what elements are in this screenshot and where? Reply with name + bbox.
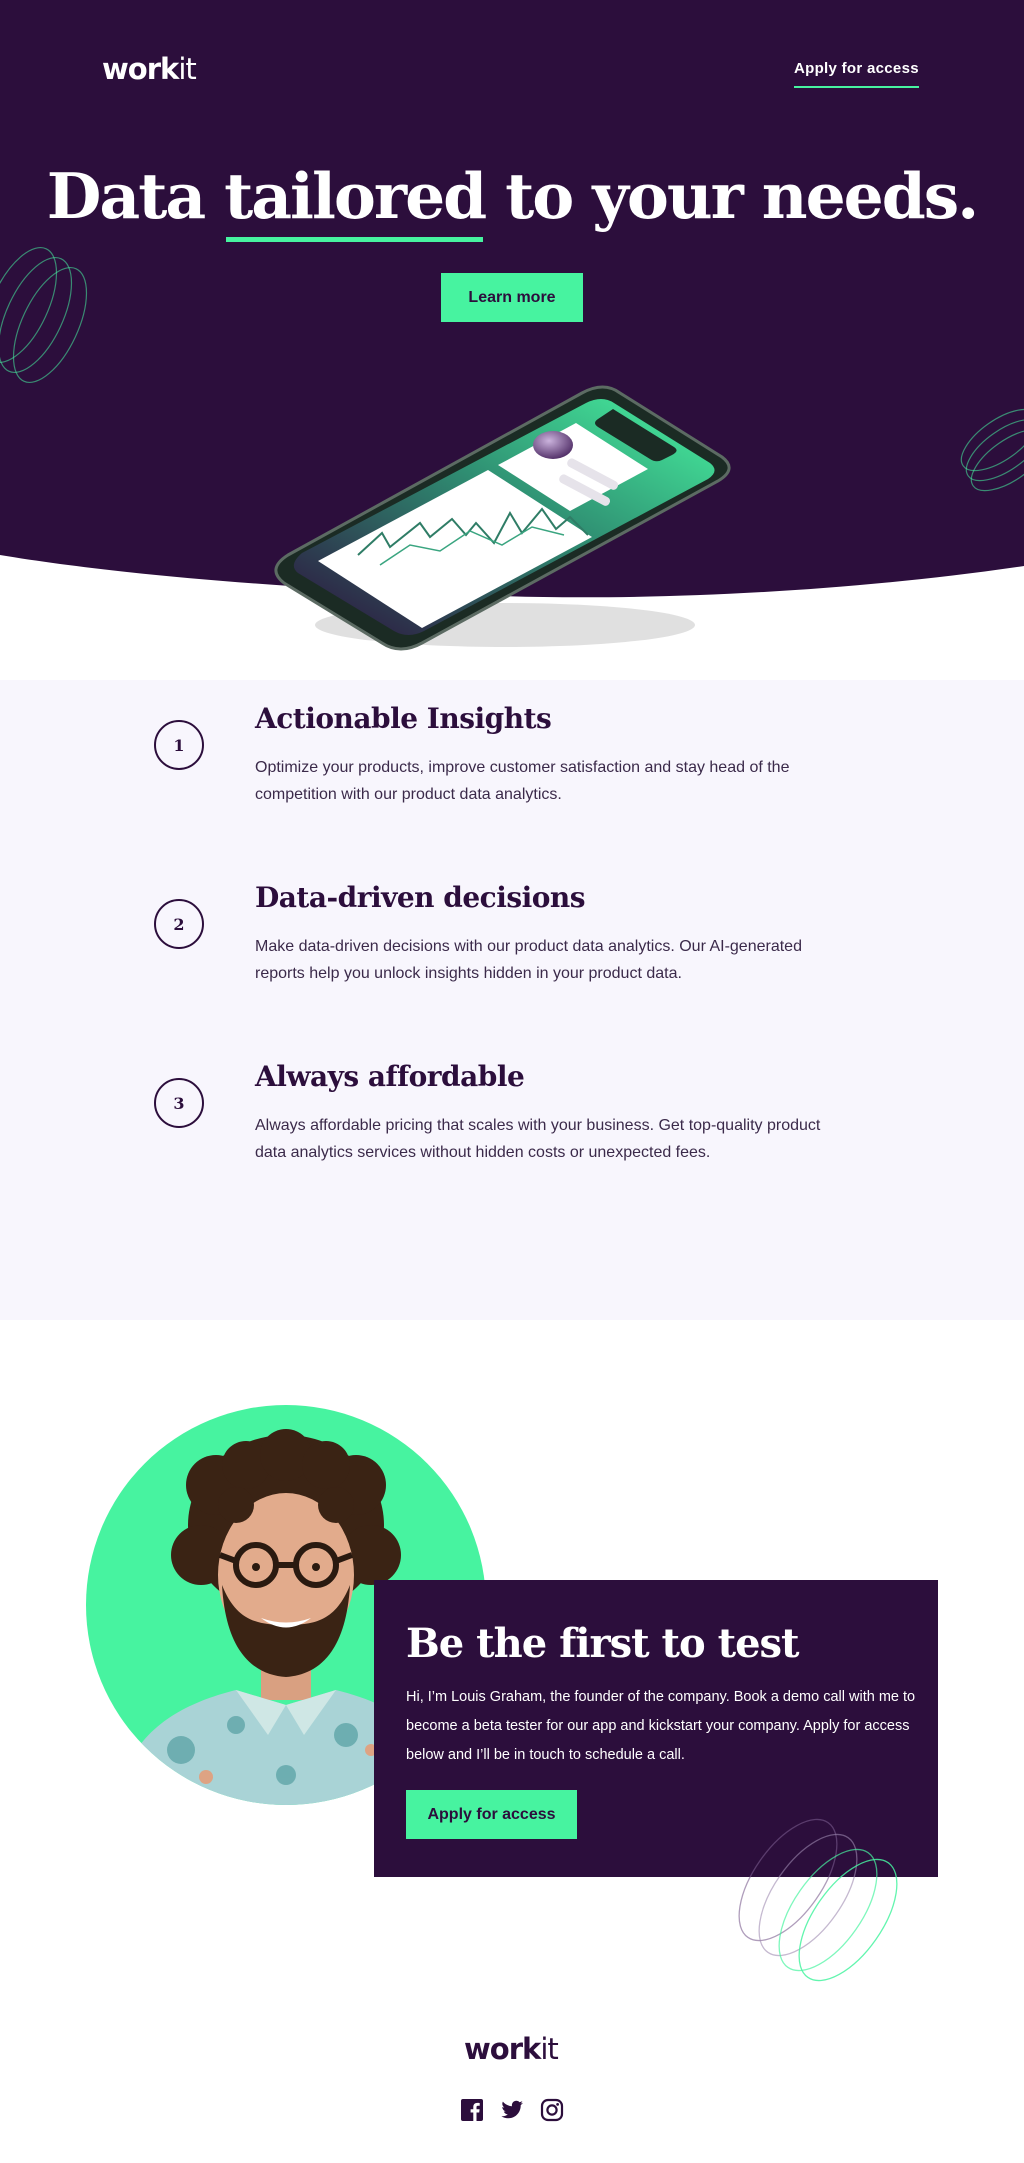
instagram-icon[interactable] (540, 2098, 564, 2122)
apply-for-access-button[interactable]: Apply for access (406, 1790, 577, 1839)
cta-title: Be the first to test (406, 1620, 800, 1667)
learn-more-button[interactable]: Learn more (441, 273, 583, 322)
hero-title-highlight: tailored (224, 156, 487, 242)
logo[interactable]: workit (102, 52, 197, 86)
feature-title: Data-driven decisions (255, 881, 586, 914)
logo-light-text: it (178, 52, 196, 86)
twitter-icon[interactable] (500, 2098, 524, 2122)
nav-apply-link[interactable]: Apply for access (794, 60, 919, 88)
features-bottom-wave (0, 1260, 1024, 1317)
feature-number-badge: 3 (154, 1078, 204, 1128)
feature-title: Always affordable (255, 1060, 525, 1093)
logo-bold-text: work (464, 2032, 541, 2066)
hero-title-after: to your needs. (505, 159, 979, 233)
rings-decoration-cta (738, 1818, 898, 1982)
logo-light-text: it (540, 2032, 558, 2066)
footer-logo[interactable]: workit (464, 2032, 559, 2066)
feature-number-badge: 2 (154, 899, 204, 949)
rings-decoration-right (960, 408, 1024, 492)
feature-title: Actionable Insights (255, 702, 552, 735)
facebook-icon[interactable] (460, 2098, 484, 2122)
logo-bold-text: work (102, 52, 179, 86)
rings-decoration-left (0, 246, 88, 384)
hero-title: Data tailored to your needs. (0, 156, 1024, 242)
cta-description: Hi, I’m Louis Graham, the founder of the… (406, 1689, 916, 1763)
phone-illustration (274, 385, 731, 651)
features-section: 1 Actionable Insights Optimize your prod… (0, 680, 1024, 1320)
hero-title-before: Data (46, 159, 206, 233)
feature-description: Make data-driven decisions with our prod… (255, 938, 802, 982)
feature-number-badge: 1 (154, 720, 204, 770)
feature-description: Always affordable pricing that scales wi… (255, 1117, 821, 1161)
hero-section: workit Apply for access Data tailored to… (0, 0, 1024, 680)
feature-description: Optimize your products, improve customer… (255, 759, 790, 803)
